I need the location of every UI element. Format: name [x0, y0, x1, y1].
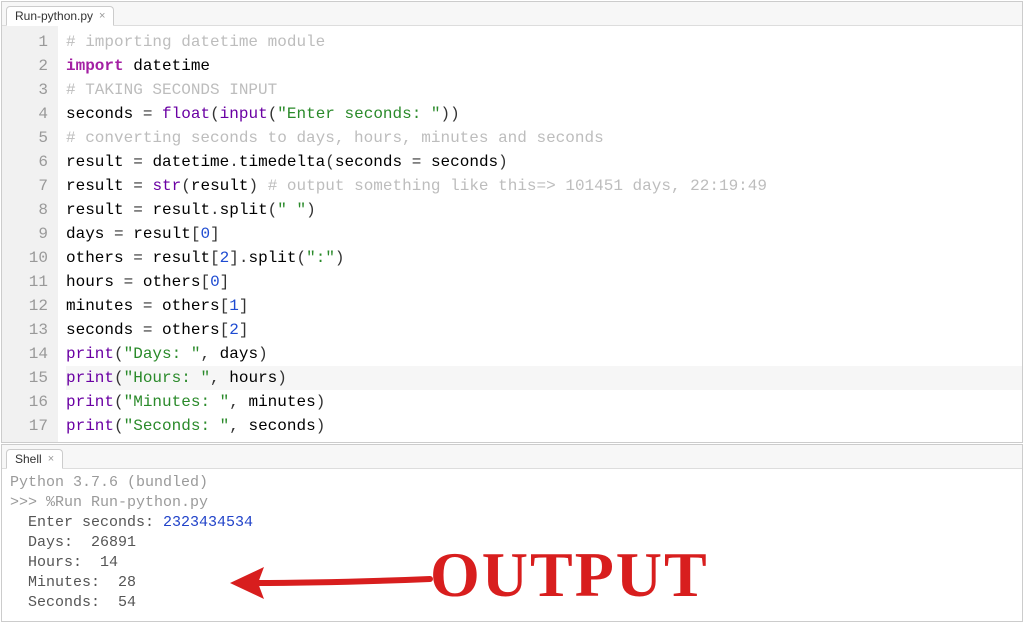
code-line[interactable]: print("Seconds: ", seconds) [66, 414, 1022, 438]
line-number: 10 [2, 246, 48, 270]
line-number: 4 [2, 102, 48, 126]
code-line[interactable]: result = str(result) # output something … [66, 174, 1022, 198]
code-area[interactable]: # importing datetime moduleimport dateti… [58, 26, 1022, 442]
line-number: 1 [2, 30, 48, 54]
code-line[interactable]: hours = others[0] [66, 270, 1022, 294]
shell-output-line: Hours: 14 [10, 554, 118, 571]
shell-user-input: 2323434534 [163, 514, 253, 531]
shell-tab[interactable]: Shell × [6, 449, 63, 469]
line-number: 6 [2, 150, 48, 174]
shell-output-line: Days: 26891 [10, 534, 136, 551]
line-number: 14 [2, 342, 48, 366]
line-number: 8 [2, 198, 48, 222]
code-line[interactable]: print("Minutes: ", minutes) [66, 390, 1022, 414]
line-number: 3 [2, 78, 48, 102]
code-line[interactable]: result = result.split(" ") [66, 198, 1022, 222]
code-line[interactable]: seconds = others[2] [66, 318, 1022, 342]
code-line[interactable]: result = datetime.timedelta(seconds = se… [66, 150, 1022, 174]
line-number: 15 [2, 366, 48, 390]
shell-body[interactable]: Python 3.7.6 (bundled) >>> %Run Run-pyth… [2, 469, 1022, 621]
editor-pane: Run-python.py × 123456789101112131415161… [1, 1, 1023, 443]
shell-tab-bar: Shell × [2, 445, 1022, 469]
code-line[interactable]: minutes = others[1] [66, 294, 1022, 318]
line-number: 2 [2, 54, 48, 78]
code-line[interactable]: print("Hours: ", hours) [66, 366, 1022, 390]
line-number: 9 [2, 222, 48, 246]
shell-output-line: Minutes: 28 [10, 574, 136, 591]
shell-pane: Shell × Python 3.7.6 (bundled) >>> %Run … [1, 444, 1023, 622]
code-line[interactable]: # importing datetime module [66, 30, 1022, 54]
shell-version: Python 3.7.6 (bundled) [10, 474, 208, 491]
shell-output: Days: 26891 Hours: 14 Minutes: 28 Second… [10, 534, 136, 611]
line-number: 16 [2, 390, 48, 414]
code-line[interactable]: others = result[2].split(":") [66, 246, 1022, 270]
shell-output-line: Seconds: 54 [10, 594, 136, 611]
editor-tab-label: Run-python.py [15, 9, 93, 23]
line-gutter: 1234567891011121314151617 [2, 26, 58, 442]
line-number: 17 [2, 414, 48, 438]
code-line[interactable]: # converting seconds to days, hours, min… [66, 126, 1022, 150]
code-line[interactable]: print("Days: ", days) [66, 342, 1022, 366]
close-icon[interactable]: × [48, 454, 54, 465]
code-line[interactable]: seconds = float(input("Enter seconds: ")… [66, 102, 1022, 126]
shell-tab-label: Shell [15, 452, 42, 466]
shell-prompt: >>> [10, 494, 46, 511]
line-number: 5 [2, 126, 48, 150]
editor-body[interactable]: 1234567891011121314151617 # importing da… [2, 26, 1022, 442]
editor-tab[interactable]: Run-python.py × [6, 6, 114, 26]
editor-tab-bar: Run-python.py × [2, 2, 1022, 26]
close-icon[interactable]: × [99, 11, 105, 22]
line-number: 12 [2, 294, 48, 318]
code-line[interactable]: import datetime [66, 54, 1022, 78]
shell-run-command: %Run Run-python.py [46, 494, 208, 511]
line-number: 7 [2, 174, 48, 198]
shell-input-prompt: Enter seconds: [10, 514, 163, 531]
code-line[interactable]: days = result[0] [66, 222, 1022, 246]
line-number: 13 [2, 318, 48, 342]
code-line[interactable]: # TAKING SECONDS INPUT [66, 78, 1022, 102]
line-number: 11 [2, 270, 48, 294]
